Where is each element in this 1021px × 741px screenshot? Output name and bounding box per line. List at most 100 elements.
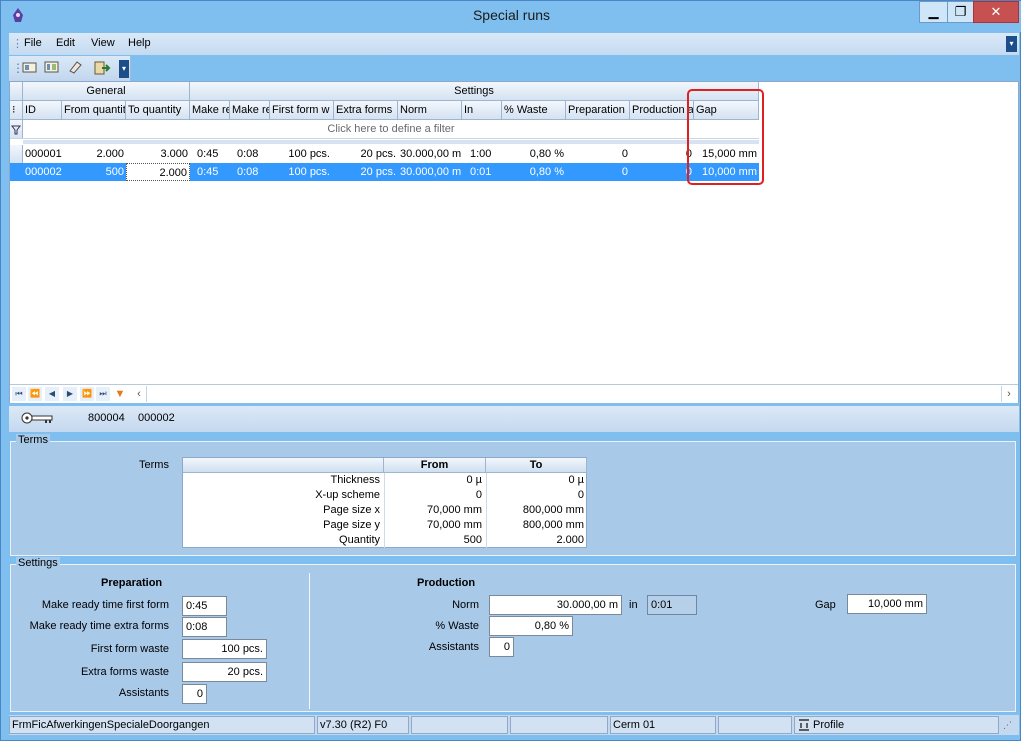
grid-navigator: ⏮ ⏪ ◀ ▶ ⏩ ⏭ ▼ ‹ › [10, 384, 1018, 403]
table-row-selected[interactable]: 000002 500 2.000 0:45 0:08 100 pcs. 20 p… [10, 163, 759, 181]
band-general: General [23, 82, 190, 101]
terms-from-value[interactable]: 70,000 mm [384, 503, 484, 518]
minimize-button[interactable]: ▁ [919, 1, 948, 23]
next-record-icon[interactable]: ▶ [63, 387, 77, 401]
column-preparation[interactable]: Preparation [566, 101, 630, 120]
eraser-icon[interactable] [67, 60, 85, 77]
cell-preparation: 0 [621, 148, 628, 160]
terms-to-value[interactable]: 0 µ [486, 473, 586, 488]
menu-bar: ⋮ File Edit View Help ▾ [9, 33, 1019, 55]
terms-row[interactable]: Quantity 500 2.000 [183, 533, 587, 548]
terms-from-value[interactable]: 0 [384, 488, 484, 503]
filter-row[interactable]: Click here to define a filter [10, 120, 759, 139]
filter-toggle-icon[interactable]: ▼ [113, 387, 127, 401]
resize-grip-icon[interactable]: ⋰ [1003, 720, 1012, 731]
terms-row-label: Page size x [323, 504, 380, 516]
column-make-ready-first[interactable]: Make re [190, 101, 230, 120]
terms-row-label: Quantity [339, 534, 380, 546]
extra-forms-waste-label: Extra forms waste [80, 666, 169, 678]
status-panel-empty-3 [718, 716, 792, 734]
menu-help[interactable]: Help [128, 37, 151, 49]
extra-forms-waste-field[interactable]: 20 pcs. [182, 662, 267, 682]
terms-to-value[interactable]: 800,000 mm [486, 518, 586, 533]
gap-field[interactable]: 10,000 mm [847, 594, 927, 614]
maximize-button[interactable]: ❐ [947, 1, 974, 23]
cell-to-quantity-editing[interactable]: 2.000 [126, 163, 190, 181]
terms-header-to: To [486, 458, 587, 473]
table-row[interactable]: 000001 2.000 3.000 0:45 0:08 100 pcs. 20… [10, 145, 759, 163]
terms-row-label: Thickness [330, 474, 380, 486]
production-assistants-label: Assistants [428, 641, 479, 653]
norm-field[interactable]: 30.000,00 m [489, 595, 622, 615]
column-from-quantity[interactable]: From quantit [62, 101, 126, 120]
terms-from-value[interactable]: 0 µ [384, 473, 484, 488]
menu-file[interactable]: File [24, 37, 42, 49]
column-first-form-waste[interactable]: First form w [270, 101, 334, 120]
norm-label: Norm [452, 599, 479, 611]
first-record-icon[interactable]: ⏮ [12, 387, 26, 401]
column-norm[interactable]: Norm [398, 101, 462, 120]
make-ready-first-field[interactable]: 0:45 [182, 596, 227, 616]
next-page-icon[interactable]: ⏩ [80, 387, 94, 401]
status-profile[interactable]: Profile [794, 716, 999, 734]
filter-placeholder: Click here to define a filter [327, 123, 455, 135]
cell-in: 0:01 [470, 166, 492, 178]
open-list-icon[interactable] [44, 60, 62, 77]
terms-row[interactable]: Page size y 70,000 mm 800,000 mm [183, 518, 587, 533]
terms-to-value[interactable]: 2.000 [486, 533, 586, 548]
column-make-ready-extra[interactable]: Make re [230, 101, 270, 120]
menu-edit[interactable]: Edit [56, 37, 75, 49]
open-record-icon[interactable] [22, 60, 40, 77]
terms-row[interactable]: X-up scheme 0 0 [183, 488, 587, 503]
horizontal-scrollbar[interactable] [146, 386, 1002, 402]
first-form-waste-label: First form waste [90, 643, 169, 655]
terms-header-from: From [384, 458, 486, 473]
scroll-right-icon[interactable]: › [1002, 387, 1016, 401]
key-strip: 800004 000002 [9, 406, 1019, 432]
key-icon [21, 411, 55, 425]
scroll-left-icon[interactable]: ‹ [132, 387, 146, 401]
prep-assistants-field[interactable]: 0 [182, 684, 207, 704]
grid-corner [10, 82, 23, 101]
toolbar-overflow-icon[interactable]: ▾ [119, 60, 129, 78]
make-ready-extra-field[interactable]: 0:08 [182, 617, 227, 637]
terms-to-value[interactable]: 800,000 mm [486, 503, 586, 518]
first-form-waste-field[interactable]: 100 pcs. [182, 639, 267, 659]
cell-waste: 0,80 % [529, 166, 564, 178]
cell-extra-forms: 20 pcs. [360, 148, 396, 160]
preparation-title: Preparation [101, 577, 163, 589]
previous-record-icon[interactable]: ◀ [45, 387, 59, 401]
column-to-quantity[interactable]: To quantity [126, 101, 190, 120]
previous-page-icon[interactable]: ⏪ [28, 387, 42, 401]
terms-label: Terms [139, 459, 169, 471]
terms-row-label: X-up scheme [315, 489, 380, 501]
norm-in-label: in [629, 599, 638, 611]
close-button[interactable]: ✕ [973, 1, 1019, 23]
cell-in: 1:00 [470, 148, 492, 160]
column-extra-forms[interactable]: Extra forms [334, 101, 398, 120]
terms-from-value[interactable]: 70,000 mm [384, 518, 484, 533]
terms-to-value[interactable]: 0 [486, 488, 586, 503]
settings-group-title: Settings [16, 557, 60, 569]
production-assistants-field[interactable]: 0 [489, 637, 514, 657]
prep-assistants-label: Assistants [118, 687, 169, 699]
last-record-icon[interactable]: ⏭ [96, 387, 110, 401]
menu-view[interactable]: View [91, 37, 115, 49]
column-waste[interactable]: % Waste [502, 101, 566, 120]
cell-from-quantity: 2.000 [96, 148, 124, 160]
terms-row[interactable]: Page size x 70,000 mm 800,000 mm [183, 503, 587, 518]
column-chooser-icon[interactable]: ⁝ [10, 101, 23, 120]
production-waste-field[interactable]: 0,80 % [489, 616, 573, 636]
cell-id: 000001 [25, 148, 62, 160]
profile-icon [797, 718, 811, 732]
terms-from-value[interactable]: 500 [384, 533, 484, 548]
terms-row[interactable]: Thickness 0 µ 0 µ [183, 473, 587, 488]
norm-in-field: 0:01 [647, 595, 697, 615]
column-id[interactable]: ID [23, 101, 62, 120]
status-form-name: FrmFicAfwerkingenSpecialeDoorgangen [9, 716, 315, 734]
column-in[interactable]: In [462, 101, 502, 120]
exit-icon[interactable] [93, 60, 111, 77]
cell-to-quantity: 3.000 [160, 148, 188, 160]
column-production[interactable]: Production a [630, 101, 694, 120]
menu-overflow-icon[interactable]: ▾ [1006, 36, 1017, 52]
